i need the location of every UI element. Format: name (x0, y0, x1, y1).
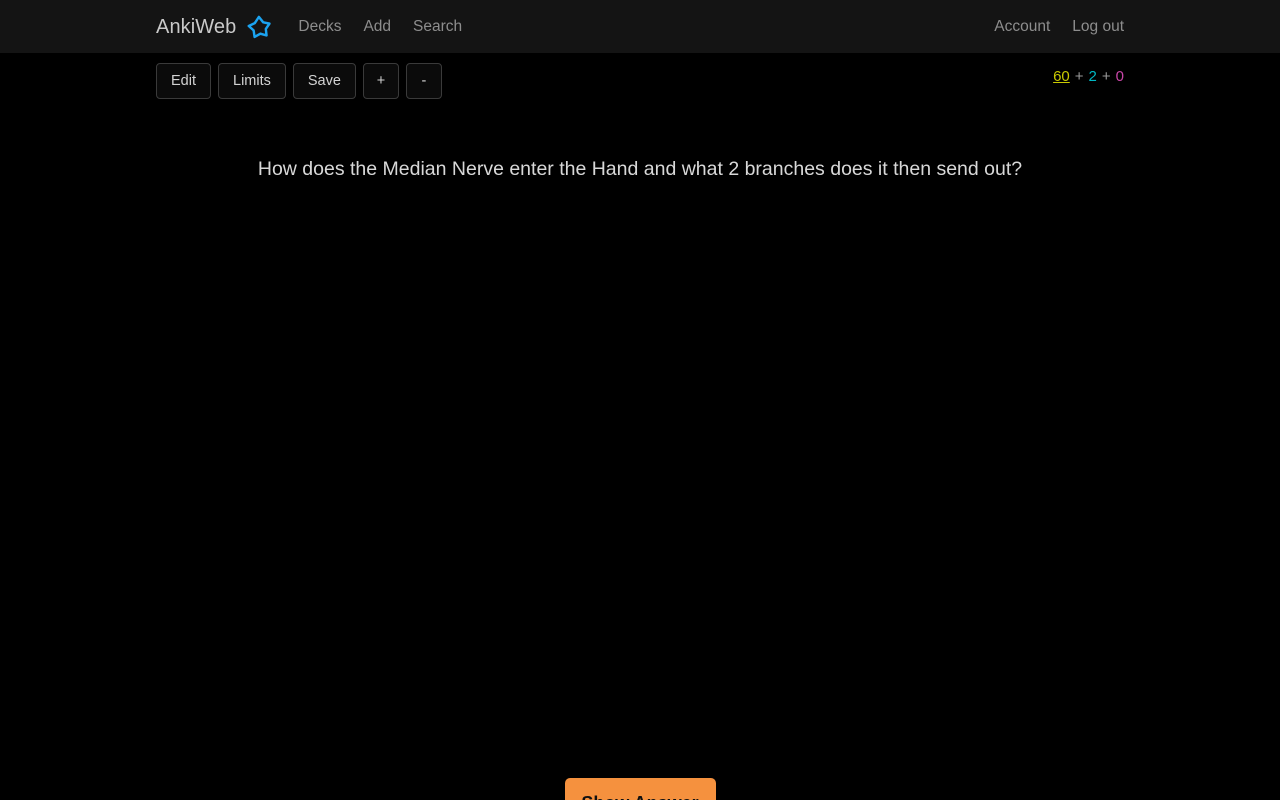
increase-limit-button[interactable]: + (362, 63, 399, 99)
count-separator-two: + (1101, 67, 1111, 85)
nav-link-account[interactable]: Account (994, 19, 1050, 35)
nav-link-decks[interactable]: Decks (298, 19, 341, 35)
top-navigation-bar: AnkiWeb Decks Add Search Account Log out (0, 0, 1280, 53)
account-navigation: Account Log out (994, 19, 1124, 35)
card-area: How does the Median Nerve enter the Hand… (0, 109, 1280, 800)
count-separator-one: + (1074, 67, 1084, 85)
answer-button-bar: Show Answer (0, 778, 1280, 800)
review-card-count: 0 (1115, 67, 1124, 85)
nav-link-search[interactable]: Search (413, 19, 462, 35)
limits-button[interactable]: Limits (218, 63, 286, 99)
study-toolbar: Edit Limits Save + - 60 + 2 + 0 (0, 53, 1280, 109)
brand-name: AnkiWeb (156, 15, 237, 38)
edit-button[interactable]: Edit (156, 63, 211, 99)
learning-card-count: 2 (1088, 67, 1097, 85)
study-toolbar-buttons: Edit Limits Save + - (156, 63, 442, 99)
primary-navigation: Decks Add Search (298, 19, 462, 35)
card-question-text: How does the Median Nerve enter the Hand… (257, 158, 1023, 180)
nav-link-add[interactable]: Add (363, 19, 391, 35)
save-button[interactable]: Save (292, 63, 356, 99)
new-card-count[interactable]: 60 (1053, 69, 1070, 84)
decrease-limit-button[interactable]: - (405, 63, 442, 99)
nav-link-logout[interactable]: Log out (1072, 19, 1124, 35)
brand-home-link[interactable]: AnkiWeb (156, 12, 272, 42)
card-counts: 60 + 2 + 0 (1053, 69, 1124, 84)
anki-star-icon (242, 12, 272, 42)
show-answer-button[interactable]: Show Answer (564, 778, 716, 800)
